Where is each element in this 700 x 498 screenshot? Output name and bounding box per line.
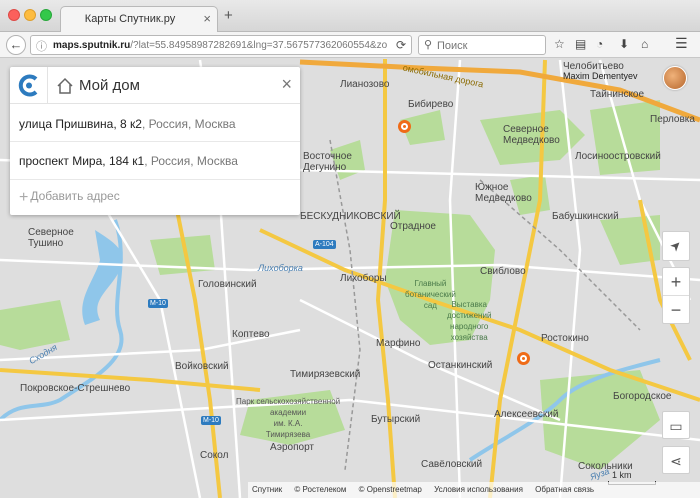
district-label-taininskoe: Тайнинское — [590, 89, 645, 100]
share-button[interactable]: ⋖ — [662, 446, 690, 474]
star-icon[interactable]: ☆ — [554, 37, 565, 51]
divider — [10, 141, 300, 142]
divider — [10, 179, 300, 180]
terms-link[interactable]: Условия использования — [434, 485, 523, 494]
district-label-yuzh-medvedkovo: Южное Медведково — [475, 182, 532, 204]
district-label-timiryazevsky: Тимирязевский — [290, 369, 361, 380]
district-label-rostokino: Ростокино — [541, 333, 589, 344]
home-icon[interactable]: ⌂ — [641, 37, 648, 51]
reading-list-icon[interactable]: ▤ — [575, 37, 586, 51]
district-label-bibirevo: Бибирево — [408, 99, 454, 110]
park-label-vdnh: Выставка достижений народного хозяйства — [447, 300, 492, 342]
district-label-beskudnikovsky: БЕСКУДНИКОВСКИЙ — [300, 211, 401, 222]
new-tab-button[interactable]: + — [224, 8, 233, 23]
district-label-golovinsky: Головинский — [198, 279, 257, 290]
district-label-ostankinsky: Останкинский — [428, 360, 493, 371]
locate-arrow-icon: ➤ — [666, 236, 685, 255]
menu-icon[interactable]: ☰ — [675, 35, 688, 52]
home-location-marker-1[interactable] — [398, 120, 411, 133]
park-label-timiryazev: Парк сельскохозяйственной академии им. К… — [236, 397, 341, 439]
navigation-toolbar: ← ⓘ maps.sputnik.ru/?lat=55.849589872826… — [0, 32, 700, 58]
osm-link[interactable]: © Openstreetmap — [359, 485, 422, 494]
district-label-koptevo: Коптево — [232, 329, 270, 340]
window-titlebar: Карты Спутник.ру × + — [0, 0, 700, 32]
district-label-vostochnoe-degunino: Восточное Дегунино — [303, 151, 352, 173]
info-icon[interactable]: ⓘ — [36, 38, 47, 54]
road-shield-m10-b: M-10 — [201, 416, 221, 425]
district-label-sviblovo: Свиблово — [480, 266, 526, 277]
my-home-panel: Мой дом × улица Пришвина, 8 к2, Россия, … — [10, 67, 300, 215]
browser-tab[interactable]: Карты Спутник.ру × — [60, 6, 218, 32]
scale-label: 1 km — [612, 470, 632, 480]
panel-title: Мой дом — [79, 77, 140, 94]
district-label-losinoostrovsky: Лосиноостровский — [575, 151, 661, 162]
district-label-sev-medvedkovo: Северное Медведково — [503, 124, 560, 146]
district-label-sokol: Сокол — [200, 450, 229, 461]
house-icon — [56, 77, 74, 100]
district-label-lianozovo: Лианозово — [340, 79, 390, 90]
back-button[interactable]: ← — [6, 35, 26, 55]
tab-close-icon[interactable]: × — [203, 11, 211, 26]
district-label-otradnoe: Отрадное — [390, 221, 436, 232]
zoom-window-button[interactable] — [40, 9, 52, 21]
url-path: /?lat=55.84958987282691&lng=37.567577362… — [130, 40, 388, 51]
road-shield-a104: A-104 — [313, 240, 336, 249]
district-label-voykovsky: Войковский — [175, 361, 229, 372]
zoom-control: + − — [662, 267, 690, 324]
road-shield-m10-a: M-10 — [148, 299, 168, 308]
add-address-button[interactable]: + Добавить адрес — [19, 189, 120, 207]
district-label-perlovka: Перловка — [650, 114, 695, 125]
district-label-pokrovskoe-streshnevo: Покровское-Стрешнево — [20, 383, 131, 394]
river-label-likhoborka: Лихоборка — [258, 263, 303, 273]
sputnik-logo[interactable] — [10, 67, 48, 104]
sputnik-logo-icon — [18, 74, 38, 97]
url-text[interactable]: maps.sputnik.ru/?lat=55.84958987282691&l… — [53, 40, 388, 51]
url-bar[interactable]: ⓘ maps.sputnik.ru/?lat=55.84958987282691… — [30, 35, 412, 55]
attribution-bar: Спутник © Ростелеком © Openstreetmap Усл… — [248, 482, 700, 498]
user-name[interactable]: Maxim Dementyev — [563, 71, 638, 81]
rss-icon[interactable]: ◔ — [596, 37, 603, 51]
close-window-button[interactable] — [8, 9, 20, 21]
ruler-icon: ▭ — [669, 418, 683, 434]
address-rest: , Россия, Москва — [141, 117, 236, 131]
avatar[interactable] — [663, 66, 687, 90]
zoom-in-button[interactable]: + — [663, 268, 689, 296]
add-address-label: Добавить адрес — [30, 189, 120, 203]
ruler-button[interactable]: ▭ — [662, 411, 690, 439]
district-label-likhobory: Лихоборы — [340, 273, 387, 284]
search-bar[interactable]: ⚲ — [418, 35, 546, 55]
district-label-sev-tushino: Северное Тушино — [28, 227, 74, 249]
url-domain: maps.sputnik.ru — [53, 40, 131, 51]
search-icon: ⚲ — [424, 39, 433, 51]
back-arrow-icon: ← — [9, 37, 23, 52]
minimize-window-button[interactable] — [24, 9, 36, 21]
zoom-out-button[interactable]: − — [663, 296, 689, 324]
search-input[interactable] — [437, 38, 541, 53]
district-label-bogorodskoe: Богородское — [613, 391, 672, 402]
sputnik-link[interactable]: Спутник — [252, 485, 282, 494]
share-icon: ⋖ — [670, 453, 682, 469]
plus-icon: + — [19, 189, 29, 206]
close-icon[interactable]: × — [281, 74, 292, 94]
district-label-butyrsky: Бутырский — [371, 414, 421, 425]
district-label-babushkinsky: Бабушкинский — [552, 211, 619, 222]
panel-header: Мой дом × — [10, 67, 300, 104]
district-label-marfino: Марфино — [376, 338, 421, 349]
district-label-alekseevsky: Алексеевский — [494, 409, 559, 420]
address-item-1[interactable]: улица Пришвина, 8 к2, Россия, Москва — [19, 117, 236, 131]
rostelecom-link[interactable]: © Ростелеком — [294, 485, 346, 494]
address-main: улица Пришвина, 8 к2 — [19, 117, 142, 131]
reload-icon[interactable]: ⟳ — [396, 38, 406, 52]
tab-title: Карты Спутник.ру — [84, 13, 176, 25]
download-icon[interactable]: ⬇ — [619, 37, 629, 51]
address-main: проспект Мира, 184 к1 — [19, 154, 145, 168]
locate-button[interactable]: ➤ — [662, 231, 690, 261]
address-item-2[interactable]: проспект Мира, 184 к1, Россия, Москва — [19, 154, 238, 168]
address-rest: , Россия, Москва — [144, 154, 238, 168]
district-label-aeroport: Аэропорт — [270, 442, 315, 453]
district-label-savelovsky: Савёловский — [421, 459, 483, 470]
feedback-link[interactable]: Обратная связь — [535, 485, 594, 494]
home-location-marker-2[interactable] — [517, 352, 530, 365]
